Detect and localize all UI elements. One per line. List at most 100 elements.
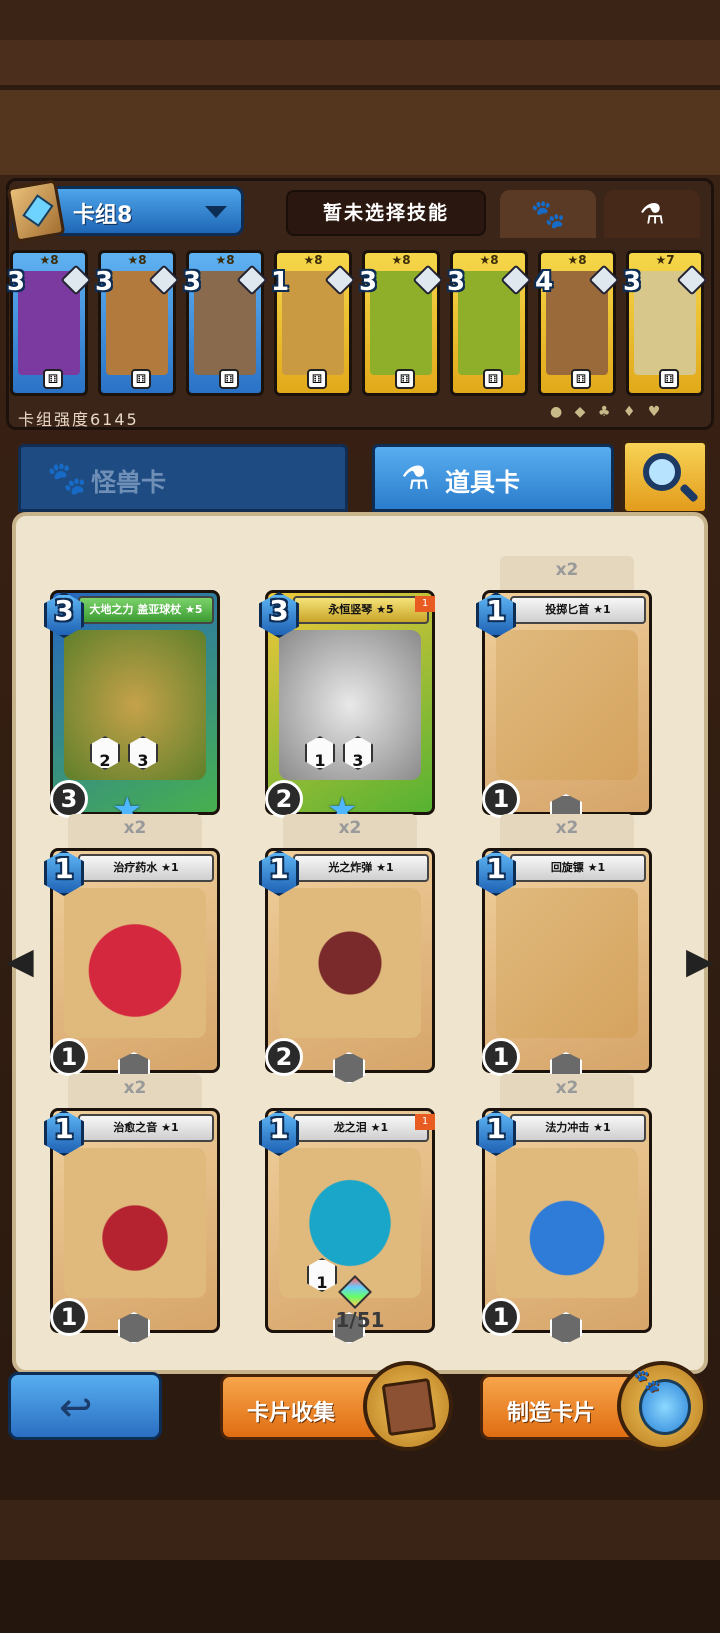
- deck-card[interactable]: ★8 3 ⚅: [447, 250, 532, 396]
- dice-icon: ⚅: [307, 369, 327, 389]
- card-cost: 1: [269, 1112, 289, 1145]
- deck-card-cost: 3: [183, 267, 202, 297]
- dice-icon: ⚅: [395, 369, 415, 389]
- flask-icon: ⚗: [401, 459, 430, 497]
- item-card[interactable]: 永恒竖琴 ★5 3 1 2 ★ 1 3: [259, 590, 435, 830]
- dice-icon: ⚅: [219, 369, 239, 389]
- paw-icon: 🐾: [530, 197, 566, 231]
- card-progress-counter: 1/51: [335, 1308, 385, 1332]
- dice-icon: ⚅: [571, 369, 591, 389]
- tab-item-cards[interactable]: ⚗ 道具卡: [372, 444, 614, 512]
- card-art: [496, 630, 638, 780]
- card-name: 光之炸弹 ★1: [293, 854, 429, 882]
- card-art: [496, 888, 638, 1038]
- flask-icon: ⚗: [639, 197, 665, 231]
- prev-page-arrow[interactable]: ◀: [6, 942, 34, 982]
- card-power: 1: [482, 1298, 520, 1336]
- card-album-icon: [363, 1361, 453, 1451]
- tab-potion-skills[interactable]: ⚗: [604, 190, 700, 238]
- card-count: x2: [338, 818, 362, 838]
- card-cost: 1: [486, 594, 506, 627]
- deck-card-cost: 3: [447, 267, 466, 297]
- card-count: x2: [555, 560, 579, 580]
- deck-card-cost: 1: [271, 267, 290, 297]
- deck-card[interactable]: ★7 3 ⚅: [623, 250, 708, 396]
- new-flag-badge: 1: [415, 1114, 435, 1130]
- skill-selector-button[interactable]: 暂未选择技能: [286, 190, 486, 236]
- card-power: 1: [50, 1298, 88, 1336]
- item-card[interactable]: x2 法力冲击 ★1 1 1: [476, 1074, 652, 1348]
- deck-selector-dropdown[interactable]: 卡组8: [6, 179, 244, 243]
- item-card[interactable]: 大地之力 盖亚球杖 ★5 3 3 ★ 2 3: [44, 590, 220, 830]
- dice-icon: ⚅: [483, 369, 503, 389]
- card-cost: 1: [54, 852, 74, 885]
- dice-icon: ⚅: [43, 369, 63, 389]
- card-count: x2: [555, 1078, 579, 1098]
- card-cost: 3: [54, 594, 74, 627]
- card-count: x2: [123, 818, 147, 838]
- card-name: 回旋镖 ★1: [510, 854, 646, 882]
- card-power: 1: [50, 1038, 88, 1076]
- item-card[interactable]: x2 治愈之音 ★1 1 1: [44, 1074, 220, 1348]
- card-power: 1: [482, 780, 520, 818]
- card-collection-button[interactable]: 卡片收集: [220, 1361, 453, 1451]
- item-card[interactable]: x2 投掷匕首 ★1 1 1: [476, 556, 652, 830]
- card-name: 投掷匕首 ★1: [510, 596, 646, 624]
- card-cost: 3: [269, 594, 289, 627]
- item-card[interactable]: x2 治疗药水 ★1 1 1: [44, 814, 220, 1088]
- card-art: [279, 1148, 421, 1298]
- card-art: [64, 1148, 206, 1298]
- dice-icon: ⚅: [659, 369, 679, 389]
- chevron-down-icon: [205, 206, 227, 218]
- back-arrow-icon: ↩: [59, 1385, 93, 1431]
- deck-strength-label: 卡组强度6145: [18, 410, 139, 429]
- craft-card-button[interactable]: 制造卡片 🐾: [480, 1361, 707, 1451]
- tab-monster-skills[interactable]: 🐾: [500, 190, 596, 238]
- new-flag-badge: 1: [415, 596, 435, 612]
- card-collection-label: 卡片收集: [247, 1401, 336, 1426]
- card-name: 治愈之音 ★1: [78, 1114, 214, 1142]
- card-art: [64, 888, 206, 1038]
- dice-icon: ⚅: [131, 369, 151, 389]
- deck-selector-label: 卡组8: [73, 203, 133, 228]
- bottom-wood-background: [0, 1440, 720, 1633]
- card-count: x2: [123, 1078, 147, 1098]
- card-art: [279, 888, 421, 1038]
- tab-monster-cards[interactable]: 🐾 怪兽卡: [18, 444, 348, 512]
- craft-card-label: 制造卡片: [507, 1401, 596, 1426]
- next-page-arrow[interactable]: ▶: [686, 942, 714, 982]
- card-cost: 1: [269, 852, 289, 885]
- card-power: 2: [265, 1038, 303, 1076]
- card-cost: 1: [486, 852, 506, 885]
- paw-icon: 🐾: [47, 459, 87, 497]
- deck-card-cost: 3: [95, 267, 114, 297]
- search-icon: [643, 453, 681, 491]
- search-button[interactable]: [622, 440, 708, 514]
- card-power: 1: [482, 1038, 520, 1076]
- card-name: 治疗药水 ★1: [78, 854, 214, 882]
- deck-card[interactable]: ★8 3 ⚅: [7, 250, 92, 396]
- item-card[interactable]: x2 回旋镖 ★1 1 1: [476, 814, 652, 1088]
- card-name: 龙之泪 ★1: [293, 1114, 429, 1142]
- card-name: 永恒竖琴 ★5: [293, 596, 429, 624]
- item-card[interactable]: x2 光之炸弹 ★1 1 2: [259, 814, 435, 1088]
- element-filter-icons[interactable]: ● ◆ ♣ ♦ ♥: [550, 404, 664, 420]
- deck-card[interactable]: ★8 4 ⚅: [535, 250, 620, 396]
- deck-card-cost: 3: [359, 267, 378, 297]
- card-power: 2: [265, 780, 303, 818]
- tab-item-cards-label: 道具卡: [445, 468, 521, 497]
- card-count: x2: [555, 818, 579, 838]
- deck-card[interactable]: ★8 3 ⚅: [359, 250, 444, 396]
- deck-card[interactable]: ★8 3 ⚅: [183, 250, 268, 396]
- card-name: 大地之力 盖亚球杖 ★5: [78, 596, 214, 624]
- deck-book-icon: [6, 179, 66, 243]
- deck-card[interactable]: ★8 3 ⚅: [95, 250, 180, 396]
- card-cost: 1: [54, 1112, 74, 1145]
- deck-card-cost: 4: [535, 267, 554, 297]
- deck-card-row: ★8 3 ⚅ ★8 3 ⚅ ★8 3 ⚅ ★8 1 ⚅ ★8 3 ⚅ ★8 3 ⚅ ★8 4 ⚅ ★7 3 ⚅: [7, 250, 710, 398]
- deck-card[interactable]: ★8 1 ⚅: [271, 250, 356, 396]
- card-art: [496, 1148, 638, 1298]
- card-cost: 1: [486, 1112, 506, 1145]
- back-button[interactable]: ↩: [8, 1372, 162, 1440]
- top-wood-background: [0, 0, 720, 175]
